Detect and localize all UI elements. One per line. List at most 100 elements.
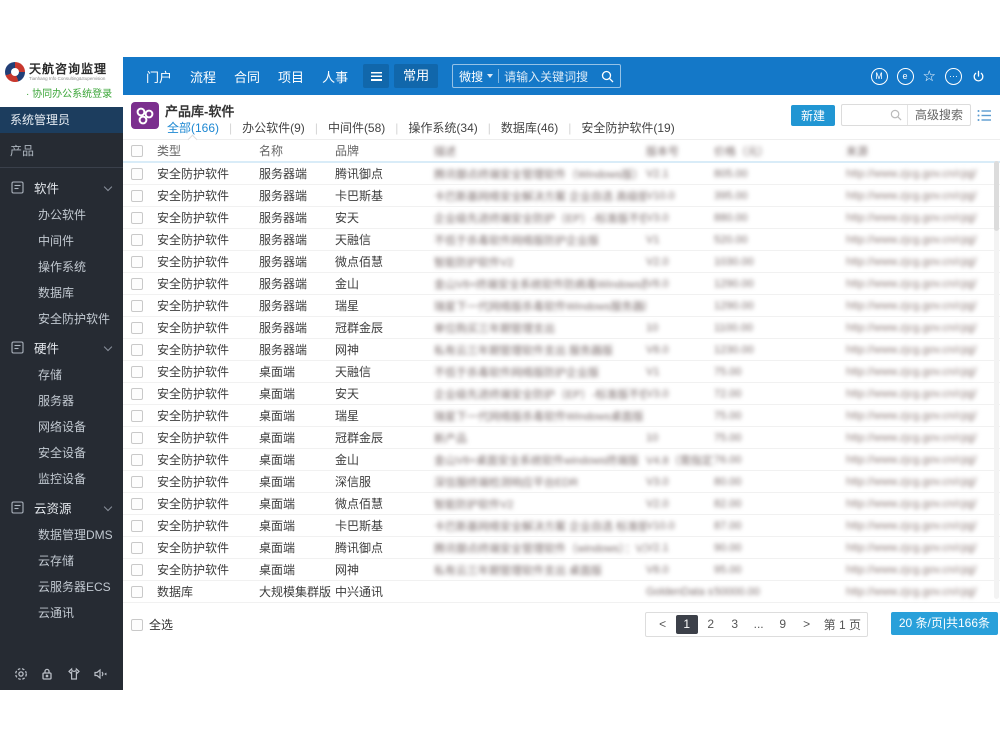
search-input[interactable]: 请输入关键词搜 <box>504 68 596 85</box>
column-header[interactable]: 名称 <box>259 142 335 159</box>
row-checkbox[interactable] <box>131 255 143 268</box>
nav-item[interactable]: 合同 <box>225 67 269 86</box>
sidebar-item[interactable]: 服务器 <box>0 388 123 414</box>
nav-item[interactable]: 流程 <box>181 67 225 86</box>
select-all-checkbox[interactable] <box>131 618 143 631</box>
pager-prev[interactable]: < <box>652 615 674 634</box>
office-system-login-link[interactable]: · 协同办公系统登录 <box>0 82 123 100</box>
row-checkbox[interactable] <box>131 167 143 180</box>
e-badge-icon[interactable]: e <box>896 67 914 85</box>
advanced-search-link[interactable]: 高级搜索 <box>906 105 970 125</box>
row-checkbox[interactable] <box>131 277 143 290</box>
new-button[interactable]: 新建 <box>790 104 835 126</box>
pager-page[interactable]: 9 <box>772 615 794 634</box>
scrollbar-thumb[interactable] <box>994 161 999 231</box>
table-row[interactable]: 安全防护软件 桌面端 金山 金山V8+桌面安全系统软件windows终端版 V4.8（需… <box>123 449 1000 471</box>
table-row[interactable]: 安全防护软件 桌面端 冠群金辰 新产品 10 75.00 http://www.zjcg.g… <box>123 427 1000 449</box>
pager-page[interactable]: 2 <box>700 615 722 634</box>
row-checkbox[interactable] <box>131 189 143 202</box>
nav-item[interactable]: 人事 <box>313 67 357 86</box>
sidebar-item[interactable]: 云服务器ECS <box>0 574 123 600</box>
row-checkbox[interactable] <box>131 299 143 312</box>
sidebar-item[interactable]: 数据库 <box>0 280 123 306</box>
sidebar-item[interactable]: 存储 <box>0 362 123 388</box>
sidebar-group-硬件[interactable]: 硬件 <box>0 332 123 362</box>
table-row[interactable]: 安全防护软件 桌面端 天融信 不低于杀毒软件网络版防护企业版 V1 75.00 http:/… <box>123 361 1000 383</box>
pager-page[interactable]: 3 <box>724 615 746 634</box>
select-all-control[interactable]: 全选 <box>131 616 173 633</box>
table-row[interactable]: 安全防护软件 桌面端 腾讯御点 腾讯御点终端安全管理软件（windows）：V2.1版… <box>123 537 1000 559</box>
sidebar-item[interactable]: 安全设备 <box>0 440 123 466</box>
tab-filter[interactable]: 中间件(58) <box>326 119 387 136</box>
tab-filter[interactable]: 安全防护软件(19) <box>579 119 676 136</box>
row-checkbox[interactable] <box>131 563 143 576</box>
nav-item[interactable]: 项目 <box>269 67 313 86</box>
table-row[interactable]: 安全防护软件 桌面端 安天 企业级先进终端安全防护（EP）-标准版不低于 V3.0 72.… <box>123 383 1000 405</box>
pager-jump[interactable]: 第 1 页 <box>824 616 861 633</box>
row-checkbox[interactable] <box>131 409 143 422</box>
settings-gear-icon[interactable] <box>13 666 29 682</box>
vertical-scrollbar[interactable] <box>994 161 999 599</box>
page-size-badge[interactable]: 20 条/页|共166条 <box>890 612 998 635</box>
column-header[interactable]: 价格（元） <box>714 143 846 159</box>
row-checkbox[interactable] <box>131 475 143 488</box>
sidebar-item[interactable]: 网络设备 <box>0 414 123 440</box>
row-checkbox[interactable] <box>131 387 143 400</box>
nav-item[interactable]: 门户 <box>137 67 181 86</box>
pager-next[interactable]: > <box>796 615 818 634</box>
search-scope-dropdown[interactable]: 微搜 <box>459 68 494 85</box>
row-checkbox[interactable] <box>131 365 143 378</box>
sidebar-item[interactable]: 中间件 <box>0 228 123 254</box>
row-checkbox[interactable] <box>131 519 143 532</box>
row-checkbox[interactable] <box>131 431 143 444</box>
column-header[interactable]: 品牌 <box>335 142 434 159</box>
table-row[interactable]: 安全防护软件 桌面端 网神 私有云三年期管理软件支出 桌面版 V8.0 95.00 http… <box>123 559 1000 581</box>
list-view-icon[interactable] <box>977 109 992 122</box>
table-row[interactable]: 安全防护软件 服务器端 安天 企业级先进终端安全防护（EP）-标准版不低于 V3.0 88… <box>123 207 1000 229</box>
more-icon[interactable]: ··· <box>945 67 962 85</box>
table-row[interactable]: 安全防护软件 桌面端 卡巴斯基 卡巴斯基网络安全解决方案 企业自选 标准版 A类 10… <box>123 515 1000 537</box>
nav-item-changyong[interactable]: 常用 <box>394 64 439 88</box>
row-checkbox[interactable] <box>131 233 143 246</box>
tab-filter[interactable]: 办公软件(9) <box>240 119 307 136</box>
pager-page[interactable]: ... <box>748 615 770 634</box>
table-row[interactable]: 安全防护软件 服务器端 金山 金山V8+终端安全系统软件防病毒Windows服务器版V… <box>123 273 1000 295</box>
sidebar-item[interactable]: 办公软件 <box>0 202 123 228</box>
m-badge-icon[interactable]: M <box>870 67 888 85</box>
lock-icon[interactable] <box>39 666 55 682</box>
table-row[interactable]: 安全防护软件 服务器端 天融信 不低于杀毒软件网络版防护企业版 V1 520.00 http… <box>123 229 1000 251</box>
power-icon[interactable] <box>971 69 986 84</box>
tab-filter[interactable]: 数据库(46) <box>499 119 560 136</box>
sidebar-item[interactable]: 云通讯 <box>0 600 123 626</box>
column-header[interactable]: 来源 <box>846 143 992 159</box>
row-checkbox[interactable] <box>131 541 143 554</box>
search-icon[interactable] <box>601 70 614 83</box>
favorites-star-icon[interactable]: ☆ <box>923 68 936 84</box>
row-checkbox[interactable] <box>131 321 143 334</box>
sidebar-item[interactable]: 云存储 <box>0 548 123 574</box>
sidebar-item[interactable]: 数据管理DMS <box>0 522 123 548</box>
table-row[interactable]: 安全防护软件 服务器端 微点佰慧 智能防护软件V2 V2.0 1030.00 http://… <box>123 251 1000 273</box>
table-row[interactable]: 安全防护软件 服务器端 卡巴斯基 卡巴斯基网络安全解决方案 企业自选 高级版 A类 1… <box>123 185 1000 207</box>
header-checkbox[interactable] <box>131 144 143 157</box>
table-row[interactable]: 安全防护软件 服务器端 腾讯御点 腾讯御点终端安全管理软件（Windows版） V2.1… <box>123 163 1000 185</box>
sidebar-item[interactable]: 操作系统 <box>0 254 123 280</box>
row-checkbox[interactable] <box>131 343 143 356</box>
table-row[interactable]: 安全防护软件 服务器端 瑞星 瑞星下一代网络版杀毒软件Windows服务器版 1290.… <box>123 295 1000 317</box>
sidebar-group-软件[interactable]: 软件 <box>0 172 123 202</box>
table-row[interactable]: 安全防护软件 服务器端 冠群金辰 单位购买三年期管理支出 10 1100.00 http:/… <box>123 317 1000 339</box>
table-row[interactable]: 安全防护软件 桌面端 微点佰慧 智能防护软件V2 V2.0 82.00 http://www… <box>123 493 1000 515</box>
column-header[interactable]: 类型 <box>157 142 259 159</box>
sidebar-item[interactable]: 安全防护软件 <box>0 306 123 332</box>
table-row[interactable]: 安全防护软件 桌面端 瑞星 瑞星下一代网络版杀毒软件Windows桌面版 75.00 ht… <box>123 405 1000 427</box>
column-header[interactable]: 版本号 <box>646 143 714 159</box>
sidebar-item[interactable]: 监控设备 <box>0 466 123 492</box>
table-row[interactable]: 安全防护软件 桌面端 深信服 深信服终端检测响应平台EDR V3.0 80.00 http:… <box>123 471 1000 493</box>
menu-button[interactable] <box>363 64 390 88</box>
theme-shirt-icon[interactable] <box>66 666 82 682</box>
row-checkbox[interactable] <box>131 497 143 510</box>
sidebar-group-云资源[interactable]: 云资源 <box>0 492 123 522</box>
role-bar[interactable]: 系统管理员 <box>0 107 123 133</box>
tab-filter[interactable]: 全部(166) <box>165 119 221 136</box>
row-checkbox[interactable] <box>131 585 143 598</box>
